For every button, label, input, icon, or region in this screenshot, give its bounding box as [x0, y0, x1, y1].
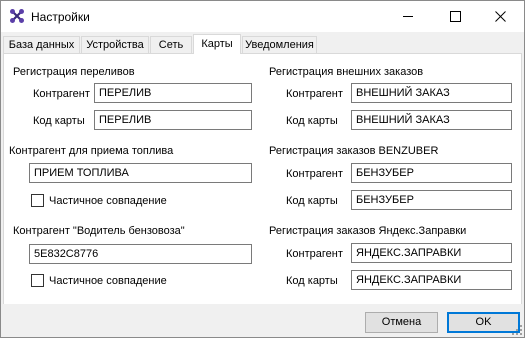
tab-devices[interactable]: Устройства [81, 36, 149, 53]
close-button[interactable] [478, 1, 523, 32]
maximize-icon [450, 11, 461, 22]
overflow-contractor-input[interactable]: ПЕРЕЛИВ [94, 83, 252, 103]
external-card-input[interactable]: ВНЕШНИЙ ЗАКАЗ [351, 110, 512, 130]
minimize-icon [403, 16, 413, 17]
benzuber-card-label: Код карты [286, 195, 338, 207]
title-bar: Настройки [1, 1, 524, 32]
benzuber-contractor-input[interactable]: БЕНЗУБЕР [351, 163, 512, 183]
overflow-card-label: Код карты [33, 115, 85, 127]
tab-database[interactable]: База данных [3, 36, 80, 53]
benzuber-card-input[interactable]: БЕНЗУБЕР [351, 190, 512, 210]
external-contractor-label: Контрагент [286, 88, 343, 100]
tab-network[interactable]: Сеть [150, 36, 192, 53]
fuel-receipt-partial-match-label: Частичное совпадение [49, 195, 167, 207]
fuel-receipt-partial-match-checkbox[interactable] [31, 194, 44, 207]
tanker-driver-partial-match-checkbox[interactable] [31, 274, 44, 287]
settings-window: Настройки База данных Устройства Сеть Ка… [0, 0, 525, 338]
app-logo-icon [9, 8, 25, 24]
overflow-card-input[interactable]: ПЕРЕЛИВ [94, 110, 252, 130]
tab-notifications[interactable]: Уведомления [242, 36, 317, 53]
benzuber-orders-title: Регистрация заказов BENZUBER [269, 145, 439, 157]
minimize-button[interactable] [386, 1, 431, 32]
resize-grip-icon[interactable] [511, 324, 523, 336]
overflow-registration-title: Регистрация переливов [13, 66, 135, 78]
ok-button[interactable]: OK [447, 312, 520, 333]
tab-cards[interactable]: Карты [193, 34, 241, 54]
dialog-button-bar: Отмена OK [1, 304, 524, 337]
external-orders-title: Регистрация внешних заказов [269, 66, 424, 78]
tab-panel-cards: Регистрация переливов Контрагент ПЕРЕЛИВ… [3, 53, 522, 305]
overflow-contractor-label: Контрагент [33, 88, 90, 100]
fuel-receipt-title: Контрагент для приема топлива [9, 145, 174, 157]
tanker-driver-title: Контрагент "Водитель бензовоза" [13, 225, 185, 237]
cancel-button[interactable]: Отмена [365, 312, 438, 333]
yandex-card-input[interactable]: ЯНДЕКС.ЗАПРАВКИ [351, 270, 512, 290]
yandex-card-label: Код карты [286, 275, 338, 287]
benzuber-contractor-label: Контрагент [286, 168, 343, 180]
tanker-driver-partial-match-label: Частичное совпадение [49, 275, 167, 287]
yandex-orders-title: Регистрация заказов Яндекс.Заправки [269, 225, 467, 237]
external-card-label: Код карты [286, 115, 338, 127]
window-title: Настройки [31, 10, 90, 24]
yandex-contractor-label: Контрагент [286, 248, 343, 260]
fuel-receipt-input[interactable]: ПРИЕМ ТОПЛИВА [29, 163, 252, 183]
tanker-driver-input[interactable]: 5E832C8776 [29, 244, 252, 264]
yandex-contractor-input[interactable]: ЯНДЕКС.ЗАПРАВКИ [351, 243, 512, 263]
maximize-button[interactable] [433, 1, 478, 32]
close-icon [495, 11, 506, 22]
external-contractor-input[interactable]: ВНЕШНИЙ ЗАКАЗ [351, 83, 512, 103]
tab-strip: База данных Устройства Сеть Карты Уведом… [3, 34, 521, 54]
